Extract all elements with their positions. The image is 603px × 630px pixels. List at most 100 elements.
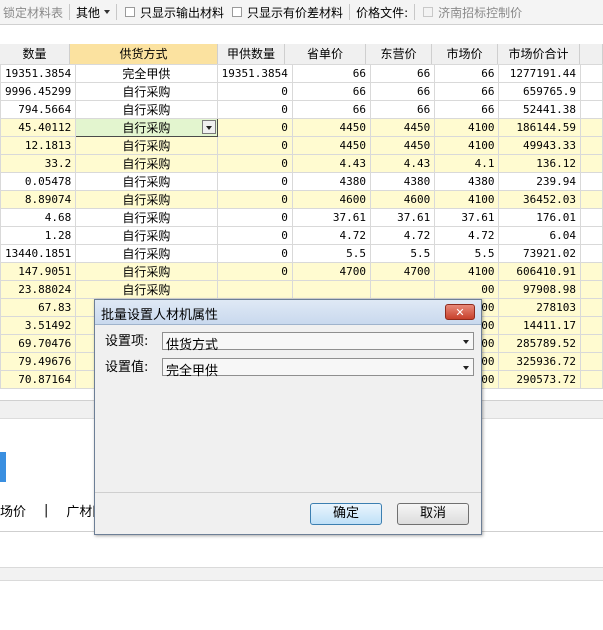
cell-supply[interactable]: 自行采购 bbox=[75, 226, 218, 245]
col-header-dongying-price[interactable]: 东营价 bbox=[366, 44, 432, 64]
cell-jia-qty[interactable]: 0 bbox=[216, 208, 293, 227]
cell-market-total[interactable]: 176.01 bbox=[498, 208, 581, 227]
cell-jia-qty[interactable]: 0 bbox=[216, 154, 293, 173]
cell-dongying-price[interactable]: 4.43 bbox=[369, 154, 436, 173]
cell-dongying-price[interactable]: 5.5 bbox=[369, 244, 436, 263]
bottom-scrollbar[interactable] bbox=[0, 567, 603, 581]
jinan-control-price-checkbox[interactable]: 济南招标控制价 bbox=[418, 0, 525, 24]
col-header-jia-qty[interactable]: 甲供数量 bbox=[218, 44, 285, 64]
cell-prov-price[interactable]: 4.43 bbox=[291, 154, 371, 173]
cell-market-total[interactable]: 97908.98 bbox=[498, 280, 581, 299]
cell-qty[interactable]: 45.40112 bbox=[0, 118, 77, 137]
cell-prov-price[interactable]: 4.72 bbox=[291, 226, 371, 245]
table-row[interactable]: 8.89074 自行采购 0 4600 4600 4100 36452.03 bbox=[0, 190, 603, 209]
cell-qty[interactable]: 79.49676 bbox=[0, 352, 77, 371]
cell-supply[interactable]: 自行采购 bbox=[75, 244, 218, 263]
cell-qty[interactable]: 147.9051 bbox=[0, 262, 77, 281]
cell-qty[interactable]: 13440.1851 bbox=[0, 244, 77, 263]
cell-market-total[interactable]: 290573.72 bbox=[498, 370, 581, 389]
cell-prov-price[interactable]: 4450 bbox=[291, 136, 371, 155]
show-price-diff-checkbox[interactable]: 只显示有价差材料 bbox=[227, 0, 346, 24]
cell-jia-qty[interactable]: 0 bbox=[216, 226, 293, 245]
cell-prov-price[interactable]: 4450 bbox=[291, 118, 371, 137]
cell-qty[interactable]: 70.87164 bbox=[0, 370, 77, 389]
close-button[interactable]: ✕ bbox=[445, 304, 475, 320]
cell-jia-qty[interactable]: 0 bbox=[216, 190, 293, 209]
cell-supply[interactable]: 自行采购 bbox=[75, 280, 218, 299]
cell-jia-qty[interactable]: 0 bbox=[216, 136, 293, 155]
cell-qty[interactable]: 69.70476 bbox=[0, 334, 77, 353]
cell-qty[interactable]: 12.1813 bbox=[0, 136, 77, 155]
cell-supply[interactable]: 自行采购 bbox=[75, 118, 218, 137]
col-header-supply[interactable]: 供货方式 bbox=[70, 44, 218, 64]
cell-market-total[interactable]: 325936.72 bbox=[498, 352, 581, 371]
supply-dropdown-button[interactable] bbox=[201, 120, 216, 134]
cell-dongying-price[interactable]: 4450 bbox=[369, 118, 436, 137]
cell-dongying-price[interactable]: 66 bbox=[369, 82, 436, 101]
show-output-only-checkbox[interactable]: 只显示输出材料 bbox=[120, 0, 227, 24]
cell-qty[interactable]: 33.2 bbox=[0, 154, 77, 173]
cell-qty[interactable]: 9996.45299 bbox=[0, 82, 77, 101]
dialog-title-bar[interactable]: 批量设置人材机属性 ✕ bbox=[95, 300, 481, 325]
cell-qty[interactable]: 1.28 bbox=[0, 226, 77, 245]
cell-market-price[interactable]: 4.1 bbox=[434, 154, 500, 173]
cell-prov-price[interactable]: 4600 bbox=[291, 190, 371, 209]
cell-prov-price[interactable]: 66 bbox=[291, 64, 371, 83]
cell-market-total[interactable]: 278103 bbox=[498, 298, 581, 317]
col-header-market-price[interactable]: 市场价 bbox=[432, 44, 498, 64]
table-row[interactable]: 45.40112 自行采购 0 4450 4450 4100 186144.59 bbox=[0, 118, 603, 137]
cell-market-total[interactable]: 6.04 bbox=[498, 226, 581, 245]
cell-prov-price[interactable] bbox=[291, 280, 371, 299]
lock-material-table-button[interactable]: 锁定材料表 bbox=[0, 0, 66, 24]
cell-market-price[interactable]: 5.5 bbox=[434, 244, 500, 263]
cell-jia-qty[interactable]: 0 bbox=[216, 244, 293, 263]
cell-dongying-price[interactable]: 4.72 bbox=[369, 226, 436, 245]
cell-supply[interactable]: 自行采购 bbox=[75, 82, 218, 101]
cell-prov-price[interactable]: 66 bbox=[291, 82, 371, 101]
cell-dongying-price[interactable]: 4600 bbox=[369, 190, 436, 209]
cell-market-price[interactable]: 4100 bbox=[434, 262, 500, 281]
table-row[interactable]: 0.05478 自行采购 0 4380 4380 4380 239.94 bbox=[0, 172, 603, 191]
table-row[interactable]: 9996.45299 自行采购 0 66 66 66 659765.9 bbox=[0, 82, 603, 101]
cell-qty[interactable]: 794.5664 bbox=[0, 100, 77, 119]
setting-item-select[interactable]: 供货方式 bbox=[162, 332, 474, 353]
setting-value-select[interactable]: 完全甲供 bbox=[162, 358, 474, 379]
cell-market-total[interactable]: 14411.17 bbox=[498, 316, 581, 335]
cell-jia-qty[interactable]: 0 bbox=[216, 118, 293, 137]
table-row[interactable]: 4.68 自行采购 0 37.61 37.61 37.61 176.01 bbox=[0, 208, 603, 227]
table-row[interactable]: 13440.1851 自行采购 0 5.5 5.5 5.5 73921.02 bbox=[0, 244, 603, 263]
cell-market-total[interactable]: 49943.33 bbox=[498, 136, 581, 155]
table-row[interactable]: 12.1813 自行采购 0 4450 4450 4100 49943.33 bbox=[0, 136, 603, 155]
table-row[interactable]: 33.2 自行采购 0 4.43 4.43 4.1 136.12 bbox=[0, 154, 603, 173]
cell-market-total[interactable]: 36452.03 bbox=[498, 190, 581, 209]
cell-supply[interactable]: 自行采购 bbox=[75, 208, 218, 227]
table-row[interactable]: 1.28 自行采购 0 4.72 4.72 4.72 6.04 bbox=[0, 226, 603, 245]
cell-prov-price[interactable]: 5.5 bbox=[291, 244, 371, 263]
cell-qty[interactable]: 67.83 bbox=[0, 298, 77, 317]
cell-supply[interactable]: 完全甲供 bbox=[75, 64, 218, 83]
cell-dongying-price[interactable]: 37.61 bbox=[369, 208, 436, 227]
cell-market-price[interactable]: 4100 bbox=[434, 136, 500, 155]
col-header-prov-price[interactable]: 省单价 bbox=[285, 44, 366, 64]
cell-market-price[interactable]: 4100 bbox=[434, 190, 500, 209]
cell-supply[interactable]: 自行采购 bbox=[75, 136, 218, 155]
market-price-link[interactable]: 场价 bbox=[0, 501, 26, 520]
other-dropdown[interactable]: 其他 bbox=[73, 0, 113, 24]
cell-jia-qty[interactable]: 0 bbox=[216, 100, 293, 119]
cell-market-total[interactable]: 52441.38 bbox=[498, 100, 581, 119]
cell-market-price[interactable]: 37.61 bbox=[434, 208, 500, 227]
cell-supply[interactable]: 自行采购 bbox=[75, 100, 218, 119]
cell-market-total[interactable]: 186144.59 bbox=[498, 118, 581, 137]
cell-market-total[interactable]: 1277191.44 bbox=[498, 64, 581, 83]
cell-jia-qty[interactable]: 0 bbox=[216, 172, 293, 191]
cell-market-price[interactable]: 66 bbox=[434, 100, 500, 119]
col-header-qty[interactable]: 数量 bbox=[0, 44, 70, 64]
table-row[interactable]: 794.5664 自行采购 0 66 66 66 52441.38 bbox=[0, 100, 603, 119]
cell-jia-qty[interactable] bbox=[216, 280, 293, 299]
cell-market-price[interactable]: 00 bbox=[434, 280, 500, 299]
cell-supply[interactable]: 自行采购 bbox=[75, 154, 218, 173]
table-row[interactable]: 23.88024 自行采购 00 97908.98 bbox=[0, 280, 603, 299]
cell-dongying-price[interactable] bbox=[369, 280, 436, 299]
col-header-market-total[interactable]: 市场价合计 bbox=[498, 44, 580, 64]
cell-prov-price[interactable]: 66 bbox=[291, 100, 371, 119]
